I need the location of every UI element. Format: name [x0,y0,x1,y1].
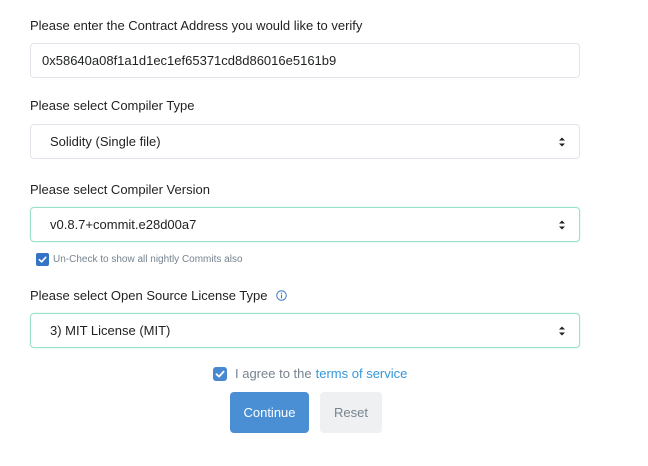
nightly-commits-checkbox[interactable] [36,253,49,266]
license-select[interactable]: 3) MIT License (MIT) [30,313,580,348]
reset-button[interactable]: Reset [320,392,382,433]
nightly-commits-label: Un-Check to show all nightly Commits als… [53,254,243,265]
compiler-version-select[interactable]: v0.8.7+commit.e28d00a7 [30,207,580,242]
nightly-commits-option: Un-Check to show all nightly Commits als… [36,253,243,266]
terms-of-service-link[interactable]: terms of service [316,366,408,381]
terms-prefix: I agree to the [235,366,312,381]
compiler-type-select[interactable]: Solidity (Single file) [30,124,580,159]
license-selected: 3) MIT License (MIT) [50,323,171,338]
terms-checkbox[interactable] [213,366,227,381]
contract-address-value: 0x58640a08f1a1d1ec1ef65371cd8d86016e5161… [42,53,337,68]
compiler-version-selected: v0.8.7+commit.e28d00a7 [50,217,197,232]
license-label: Please select Open Source License Type [30,288,287,304]
select-caret-icon [559,220,565,229]
compiler-version-label: Please select Compiler Version [30,182,210,197]
info-icon[interactable] [276,290,287,301]
contract-address-label: Please enter the Contract Address you wo… [30,18,363,33]
license-label-text: Please select Open Source License Type [30,288,268,303]
contract-address-input[interactable]: 0x58640a08f1a1d1ec1ef65371cd8d86016e5161… [30,43,580,78]
terms-agreement: I agree to the terms of service [213,366,407,381]
verify-contract-form: Please enter the Contract Address you wo… [0,0,648,466]
checkmark-icon [215,370,225,377]
compiler-type-selected: Solidity (Single file) [50,134,161,149]
checkmark-icon [38,256,47,263]
select-caret-icon [559,326,565,335]
select-caret-icon [559,137,565,146]
continue-button[interactable]: Continue [230,392,309,433]
compiler-type-label: Please select Compiler Type [30,98,195,113]
